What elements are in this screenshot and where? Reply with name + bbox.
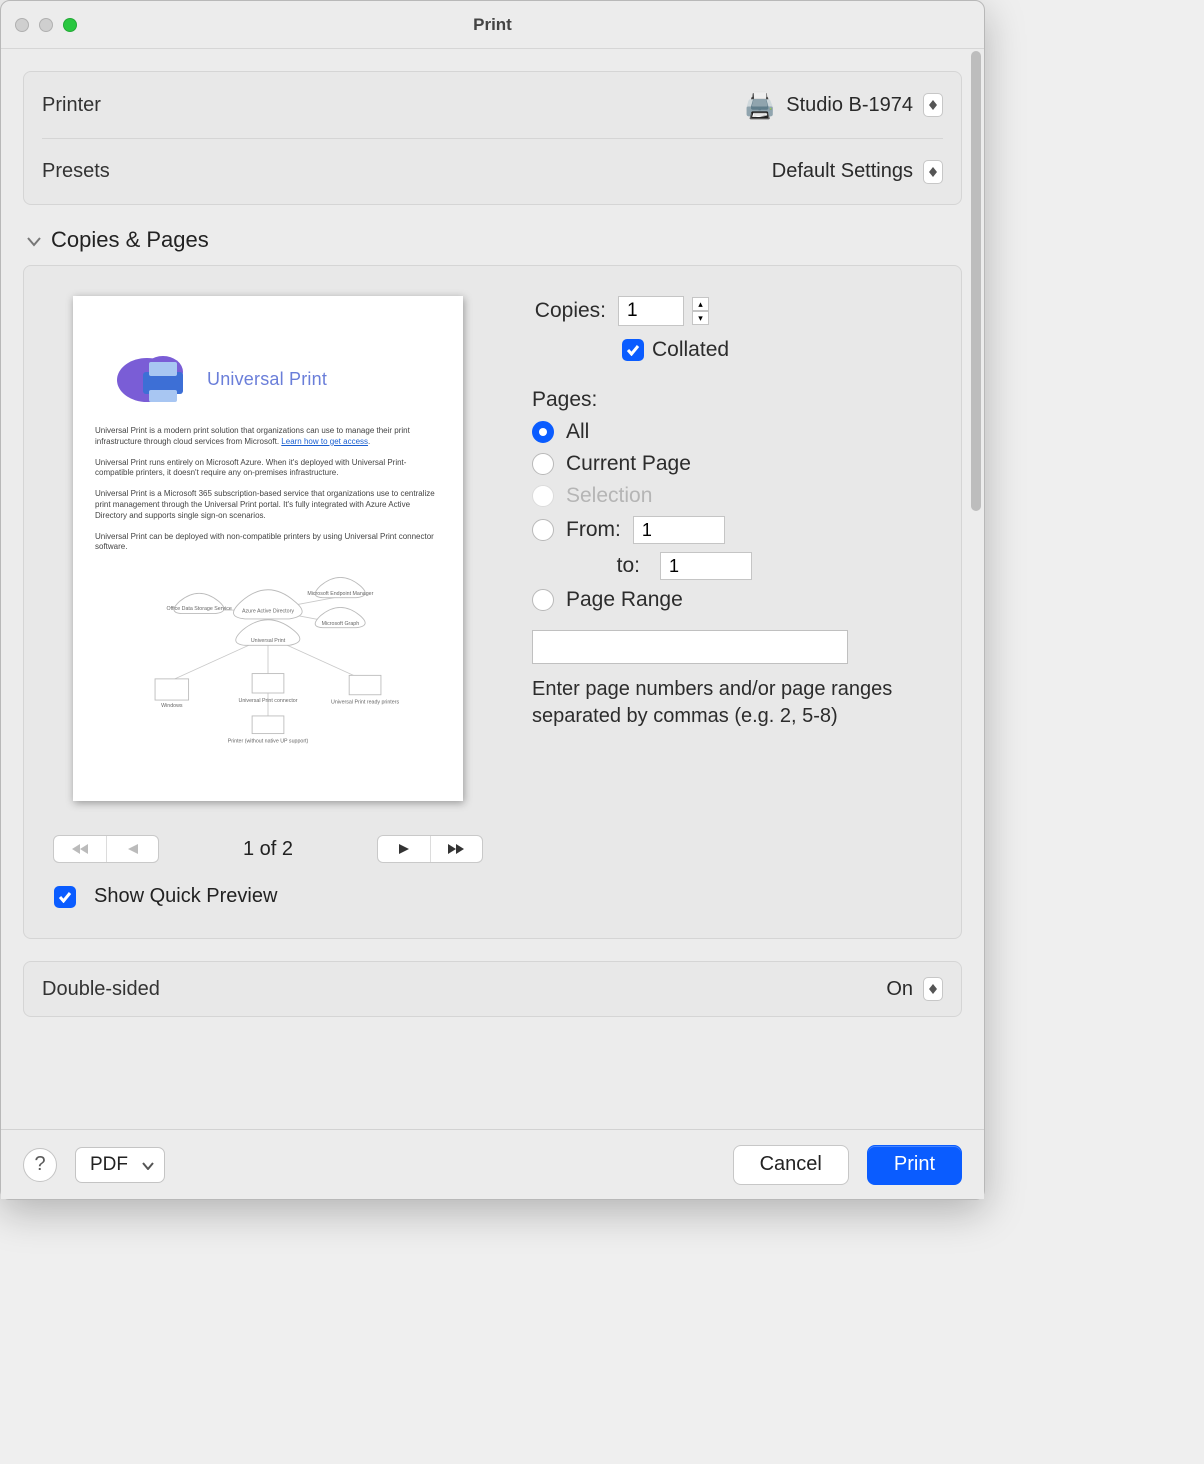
- dialog-body: Printer 🖨️ Studio B-1974 Presets Default…: [1, 49, 984, 1129]
- cancel-button[interactable]: Cancel: [733, 1145, 849, 1185]
- titlebar: Print: [1, 1, 984, 49]
- printer-presets-panel: Printer 🖨️ Studio B-1974 Presets Default…: [23, 71, 962, 205]
- learn-how-link: Learn how to get access: [281, 437, 368, 446]
- double-sided-label: Double-sided: [42, 978, 160, 1001]
- pages-from-radio[interactable]: [532, 519, 554, 541]
- pages-selection-label: Selection: [566, 484, 652, 508]
- presets-label: Presets: [42, 160, 110, 183]
- double-sided-value: On: [886, 978, 913, 1001]
- pages-current-radio[interactable]: [532, 453, 554, 475]
- page-preview: Universal Print Universal Print is a mod…: [73, 296, 463, 801]
- page-range-input[interactable]: [532, 630, 848, 664]
- presets-value: Default Settings: [772, 160, 913, 183]
- double-sided-stepper[interactable]: [923, 977, 943, 1001]
- first-page-button[interactable]: [54, 836, 106, 862]
- scrollbar[interactable]: [970, 51, 982, 1127]
- print-button[interactable]: Print: [867, 1145, 962, 1185]
- presets-select-stepper[interactable]: [923, 160, 943, 184]
- copies-pages-panel: Universal Print Universal Print is a mod…: [23, 265, 962, 939]
- copies-step-up[interactable]: ▴: [692, 297, 709, 311]
- svg-text:Azure Active Directory: Azure Active Directory: [242, 609, 294, 615]
- preview-paragraph: Universal Print is a Microsoft 365 subsc…: [95, 489, 441, 521]
- preview-diagram: Azure Active Directory Microsoft Endpoin…: [95, 563, 441, 763]
- copies-input[interactable]: [618, 296, 684, 326]
- pages-from-input[interactable]: [633, 516, 725, 544]
- chevron-down-icon: [27, 227, 41, 253]
- copies-pages-section-header[interactable]: Copies & Pages: [27, 227, 962, 253]
- pages-range-radio[interactable]: [532, 589, 554, 611]
- show-quick-preview-row: Show Quick Preview: [54, 885, 277, 908]
- page-counter: 1 of 2: [243, 838, 293, 861]
- options-column: Copies: ▴ ▾ Collated Pages:: [532, 296, 937, 908]
- svg-text:Windows: Windows: [161, 703, 183, 709]
- preview-column: Universal Print Universal Print is a mod…: [48, 296, 488, 908]
- help-button[interactable]: ?: [23, 1148, 57, 1182]
- svg-text:Microsoft Graph: Microsoft Graph: [322, 621, 360, 627]
- show-quick-preview-checkbox[interactable]: [54, 886, 76, 908]
- preview-doc-title: Universal Print: [207, 369, 327, 390]
- svg-text:Microsoft Endpoint Manager: Microsoft Endpoint Manager: [307, 591, 373, 597]
- printer-label: Printer: [42, 94, 101, 117]
- pages-all-radio[interactable]: [532, 421, 554, 443]
- show-quick-preview-label: Show Quick Preview: [94, 885, 277, 908]
- collated-checkbox[interactable]: [622, 339, 644, 361]
- preview-paragraph: Universal Print runs entirely on Microso…: [95, 458, 441, 480]
- pages-all-label: All: [566, 420, 589, 444]
- dialog-title: Print: [1, 15, 984, 35]
- printer-value: Studio B-1974: [786, 94, 913, 117]
- prev-page-button[interactable]: [106, 836, 158, 862]
- next-page-button[interactable]: [378, 836, 430, 862]
- pdf-label: PDF: [90, 1154, 128, 1176]
- printer-icon: 🖨️: [744, 90, 776, 121]
- dialog-footer: ? PDF Cancel Print: [1, 1129, 984, 1199]
- pages-label: Pages:: [532, 388, 937, 412]
- pages-range-label: Page Range: [566, 588, 683, 612]
- pdf-dropdown[interactable]: PDF: [75, 1147, 165, 1183]
- scrollbar-thumb[interactable]: [971, 51, 981, 511]
- pages-to-label: to:: [566, 554, 640, 578]
- last-page-button[interactable]: [430, 836, 482, 862]
- print-dialog: Print Printer 🖨️ Studio B-1974 Presets D…: [0, 0, 985, 1200]
- svg-text:Universal Print: Universal Print: [251, 638, 286, 644]
- presets-row: Presets Default Settings: [42, 138, 943, 204]
- double-sided-panel: Double-sided On: [23, 961, 962, 1017]
- copies-pages-title: Copies & Pages: [51, 227, 209, 253]
- svg-text:Universal Print connector: Universal Print connector: [239, 698, 298, 704]
- printer-select-stepper[interactable]: [923, 93, 943, 117]
- preview-paragraph: Universal Print can be deployed with non…: [95, 532, 441, 554]
- preview-pager: 1 of 2: [53, 835, 483, 863]
- collated-label: Collated: [652, 338, 729, 362]
- printer-row: Printer 🖨️ Studio B-1974: [42, 72, 943, 138]
- svg-text:Printer (without native UP sup: Printer (without native UP support): [228, 739, 309, 745]
- preview-paragraph: Universal Print is a modern print soluti…: [95, 426, 441, 448]
- pages-from-label: From:: [566, 518, 621, 542]
- pages-to-input[interactable]: [660, 552, 752, 580]
- copies-label: Copies:: [518, 299, 618, 323]
- chevron-down-icon: [142, 1154, 154, 1176]
- pages-selection-radio: [532, 485, 554, 507]
- page-range-hint: Enter page numbers and/or page ranges se…: [532, 676, 937, 730]
- copies-stepper[interactable]: ▴ ▾: [692, 297, 709, 325]
- copies-step-down[interactable]: ▾: [692, 311, 709, 325]
- universal-print-logo-icon: [113, 350, 193, 408]
- pages-current-label: Current Page: [566, 452, 691, 476]
- svg-text:Office Data Storage Service: Office Data Storage Service: [166, 606, 231, 612]
- svg-text:Universal Print ready printers: Universal Print ready printers: [331, 700, 399, 706]
